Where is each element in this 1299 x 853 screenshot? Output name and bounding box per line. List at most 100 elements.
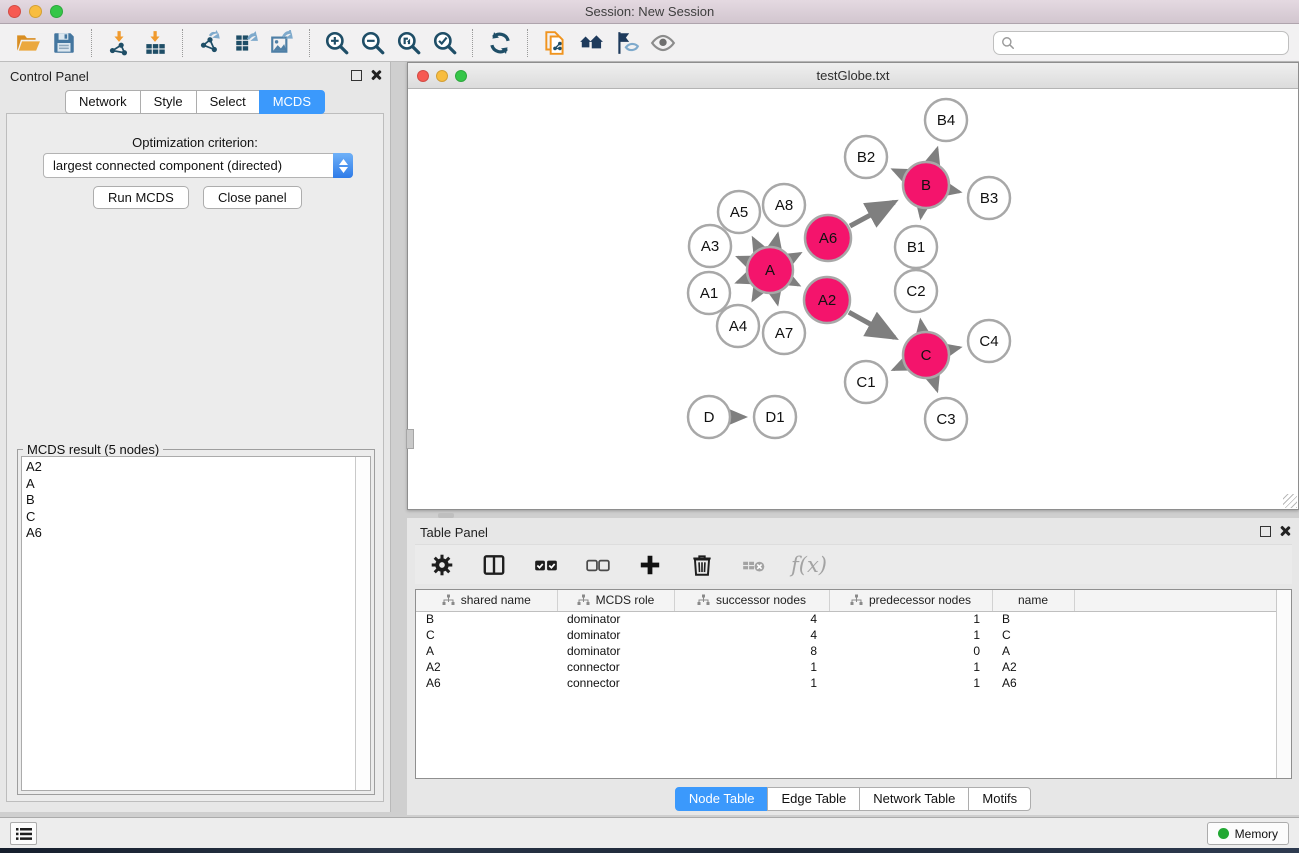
table-cell[interactable]: A2: [416, 659, 557, 675]
result-list-scrollbar[interactable]: [355, 457, 370, 790]
show-column-icon[interactable]: [479, 549, 509, 581]
table-row[interactable]: Cdominator41C: [416, 627, 1276, 643]
memory-button[interactable]: Memory: [1207, 822, 1289, 845]
search-field[interactable]: [993, 31, 1289, 55]
table-cell[interactable]: 1: [829, 627, 992, 643]
table-cell[interactable]: 4: [674, 627, 829, 643]
table-cell[interactable]: 1: [829, 675, 992, 691]
export-image-icon[interactable]: [264, 27, 300, 59]
table-cell[interactable]: A: [416, 643, 557, 659]
tab-select[interactable]: Select: [196, 90, 260, 114]
select-all-checkboxes-icon[interactable]: [531, 549, 561, 581]
column-header-MCDS-role[interactable]: MCDS role: [557, 590, 674, 611]
table-cell[interactable]: connector: [557, 675, 674, 691]
graph-edge-A-A7[interactable]: [775, 294, 777, 303]
graph-edge-A2-C[interactable]: [849, 312, 895, 337]
table-cell[interactable]: B: [416, 611, 557, 627]
export-table-icon[interactable]: [228, 27, 264, 59]
close-panel-icon[interactable]: [370, 69, 382, 81]
table-cell[interactable]: 8: [674, 643, 829, 659]
table-cell[interactable]: A6: [416, 675, 557, 691]
table-cell[interactable]: 4: [674, 611, 829, 627]
show-hide-eye-icon[interactable]: [645, 27, 681, 59]
table-cell[interactable]: A6: [992, 675, 1074, 691]
table-cell[interactable]: connector: [557, 659, 674, 675]
table-row[interactable]: A2connector11A2: [416, 659, 1276, 675]
close-table-panel-icon[interactable]: [1279, 525, 1291, 537]
delete-table-icon[interactable]: [739, 549, 769, 581]
table-cell[interactable]: A2: [992, 659, 1074, 675]
graph-edge-B-B1[interactable]: [921, 210, 922, 218]
column-header-shared-name[interactable]: shared name: [416, 590, 557, 611]
graph-edge-A-A4[interactable]: [753, 292, 758, 300]
result-list-item[interactable]: C: [26, 509, 355, 526]
table-cell[interactable]: A: [992, 643, 1074, 659]
column-header-successor-nodes[interactable]: successor nodes: [674, 590, 829, 611]
node-table[interactable]: shared nameMCDS rolesuccessor nodesprede…: [415, 589, 1292, 779]
table-cell[interactable]: 0: [829, 643, 992, 659]
task-history-button[interactable]: [10, 822, 37, 845]
import-table-icon[interactable]: [137, 27, 173, 59]
table-cell[interactable]: C: [416, 627, 557, 643]
zoom-out-icon[interactable]: [355, 27, 391, 59]
copy-network-icon[interactable]: [537, 27, 573, 59]
graph-edge-C-C2[interactable]: [921, 321, 923, 331]
zoom-selected-icon[interactable]: [427, 27, 463, 59]
graph-edge-A-A3[interactable]: [738, 257, 747, 261]
graph-edge-B-B2[interactable]: [893, 170, 903, 175]
result-list-item[interactable]: A2: [26, 459, 355, 476]
graph-edge-C-C3[interactable]: [933, 379, 937, 391]
export-network-icon[interactable]: [192, 27, 228, 59]
tab-mcds[interactable]: MCDS: [259, 90, 325, 114]
zoom-fit-icon[interactable]: [391, 27, 427, 59]
table-row[interactable]: Bdominator41B: [416, 611, 1276, 627]
refresh-layout-icon[interactable]: [482, 27, 518, 59]
home-view-icon[interactable]: [573, 27, 609, 59]
graph-edge-A6-B[interactable]: [850, 202, 894, 226]
graph-edge-C-C4[interactable]: [950, 348, 959, 350]
delete-column-trash-icon[interactable]: [687, 549, 717, 581]
unselect-all-checkboxes-icon[interactable]: [583, 549, 613, 581]
result-list-item[interactable]: A6: [26, 525, 355, 542]
graph-edge-B-B4[interactable]: [933, 149, 937, 161]
tab-edge-table[interactable]: Edge Table: [767, 787, 860, 811]
network-window-titlebar[interactable]: testGlobe.txt: [408, 63, 1298, 89]
table-scrollbar[interactable]: [1276, 590, 1291, 778]
search-input[interactable]: [1020, 34, 1281, 51]
function-builder-icon[interactable]: f(x): [791, 553, 827, 577]
import-network-icon[interactable]: [101, 27, 137, 59]
result-list-item[interactable]: A: [26, 476, 355, 493]
graph-edge-A-A5[interactable]: [753, 238, 758, 247]
graph-edge-C-C1[interactable]: [893, 365, 903, 369]
table-cell[interactable]: dominator: [557, 611, 674, 627]
create-column-plus-icon[interactable]: [635, 549, 665, 581]
table-cell[interactable]: 1: [674, 675, 829, 691]
float-table-panel-icon[interactable]: [1260, 526, 1271, 537]
table-cell[interactable]: 1: [829, 659, 992, 675]
table-cell[interactable]: 1: [829, 611, 992, 627]
close-panel-button[interactable]: Close panel: [203, 186, 302, 209]
run-mcds-button[interactable]: Run MCDS: [93, 186, 189, 209]
float-panel-icon[interactable]: [351, 70, 362, 81]
show-graphics-details-icon[interactable]: [609, 27, 645, 59]
table-settings-gear-icon[interactable]: [427, 549, 457, 581]
table-row[interactable]: A6connector11A6: [416, 675, 1276, 691]
tab-network-table[interactable]: Network Table: [859, 787, 969, 811]
open-session-icon[interactable]: [10, 27, 46, 59]
panel-grab-handle[interactable]: [406, 429, 414, 449]
table-cell[interactable]: 1: [674, 659, 829, 675]
table-cell[interactable]: B: [992, 611, 1074, 627]
tab-network[interactable]: Network: [65, 90, 141, 114]
tab-node-table[interactable]: Node Table: [675, 787, 769, 811]
table-row[interactable]: Adominator80A: [416, 643, 1276, 659]
result-list-item[interactable]: B: [26, 492, 355, 509]
table-cell[interactable]: dominator: [557, 643, 674, 659]
mcds-result-list[interactable]: A2ABCA6: [21, 456, 371, 791]
table-cell[interactable]: dominator: [557, 627, 674, 643]
window-resize-grip[interactable]: [1283, 494, 1297, 508]
zoom-in-icon[interactable]: [319, 27, 355, 59]
graph-edge-A-A1[interactable]: [737, 279, 747, 283]
tab-motifs[interactable]: Motifs: [968, 787, 1031, 811]
table-cell[interactable]: C: [992, 627, 1074, 643]
save-session-icon[interactable]: [46, 27, 82, 59]
